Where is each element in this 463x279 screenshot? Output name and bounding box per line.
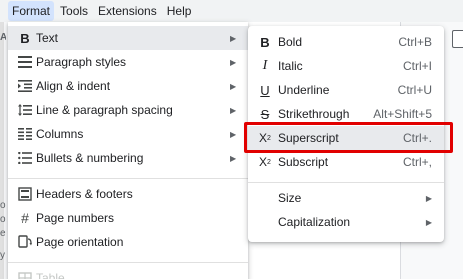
format-menu-item-text[interactable]: B Text ▶ [8, 26, 248, 50]
submenu-arrow-icon: ▶ [230, 129, 237, 139]
headers-footers-icon [16, 185, 34, 203]
document-left-edge [0, 22, 4, 279]
menu-tools[interactable]: Tools [56, 1, 92, 21]
format-menu-item-align-indent[interactable]: Align & indent ▶ [8, 74, 248, 98]
submenu-arrow-icon: ▶ [425, 217, 432, 227]
paragraph-styles-icon [16, 53, 34, 71]
columns-icon [16, 125, 34, 143]
submenu-arrow-icon: ▶ [230, 105, 237, 115]
format-menu: B Text ▶ Paragraph styles ▶ Align & inde… [8, 22, 248, 279]
doc-left-char: e [0, 228, 6, 239]
doc-left-char: y [0, 250, 5, 261]
format-menu-item-paragraph-styles[interactable]: Paragraph styles ▶ [8, 50, 248, 74]
menu-item-label: Underline [278, 83, 330, 97]
menu-item-label: Strikethrough [278, 107, 350, 121]
strikethrough-icon: S [260, 106, 270, 122]
menu-separator [8, 178, 248, 179]
menu-item-label: Page orientation [36, 235, 124, 249]
menu-item-label: Size [278, 191, 302, 205]
bold-icon: B [260, 34, 270, 50]
shortcut-label: Ctrl+U [397, 83, 432, 97]
subscript-icon: X2 [259, 155, 271, 169]
underline-icon: U [260, 82, 270, 98]
superscript-highlight-box [244, 122, 453, 153]
menu-item-label: Line & paragraph spacing [36, 103, 173, 117]
align-indent-icon [16, 77, 34, 95]
text-submenu-item-underline[interactable]: U Underline Ctrl+U [248, 78, 444, 102]
bold-icon: B [20, 30, 30, 46]
italic-icon: I [262, 58, 268, 73]
side-panel-toggle[interactable] [452, 30, 463, 48]
menu-format[interactable]: Format [8, 1, 55, 21]
format-menu-item-page-numbers[interactable]: # Page numbers [8, 206, 248, 230]
submenu-arrow-icon: ▶ [230, 81, 237, 91]
menu-item-label: Align & indent [36, 79, 111, 93]
doc-left-char: A [0, 32, 6, 43]
menubar: Format Tools Extensions Help [0, 0, 463, 22]
format-menu-item-columns[interactable]: Columns ▶ [8, 122, 248, 146]
submenu-arrow-icon: ▶ [230, 153, 237, 163]
shortcut-label: Ctrl+B [398, 35, 432, 49]
shortcut-label: Alt+Shift+5 [373, 107, 432, 121]
menu-item-label: Bullets & numbering [36, 151, 144, 165]
menu-separator [8, 262, 248, 263]
shortcut-label: Ctrl+, [402, 155, 432, 169]
menu-item-label: Capitalization [278, 215, 351, 229]
menu-item-label: Table [36, 271, 65, 279]
format-menu-item-line-spacing[interactable]: Line & paragraph spacing ▶ [8, 98, 248, 122]
menu-item-label: Subscript [278, 155, 329, 169]
submenu-arrow-icon: ▶ [425, 193, 432, 203]
bullets-icon [16, 149, 34, 167]
table-icon [16, 269, 34, 279]
menu-item-label: Text [36, 31, 59, 45]
submenu-arrow-icon: ▶ [230, 57, 237, 67]
hash-icon: # [21, 210, 29, 226]
text-submenu-item-capitalization[interactable]: Capitalization ▶ [248, 210, 444, 234]
text-submenu-item-size[interactable]: Size ▶ [248, 186, 444, 210]
format-menu-item-table: Table [8, 266, 248, 279]
format-menu-item-bullets-numbering[interactable]: Bullets & numbering ▶ [8, 146, 248, 170]
text-submenu-item-subscript[interactable]: X2 Subscript Ctrl+, [248, 150, 444, 174]
menu-item-label: Page numbers [36, 211, 115, 225]
submenu-arrow-icon: ▶ [230, 33, 237, 43]
menu-item-label: Bold [278, 35, 303, 49]
doc-left-char: o [0, 200, 6, 211]
text-submenu-item-italic[interactable]: I Italic Ctrl+I [248, 54, 444, 78]
menu-item-label: Columns [36, 127, 84, 141]
format-menu-item-headers-footers[interactable]: Headers & footers [8, 182, 248, 206]
doc-left-char: o [0, 214, 6, 225]
line-spacing-icon [16, 101, 34, 119]
menu-help[interactable]: Help [163, 1, 196, 21]
format-menu-item-page-orientation[interactable]: Page orientation [8, 230, 248, 254]
text-submenu-item-bold[interactable]: B Bold Ctrl+B [248, 30, 444, 54]
menu-separator [248, 182, 444, 183]
menu-extensions[interactable]: Extensions [94, 1, 161, 21]
page-orientation-icon [16, 233, 34, 251]
shortcut-label: Ctrl+I [402, 59, 432, 73]
menu-item-label: Paragraph styles [36, 55, 127, 69]
menu-item-label: Headers & footers [36, 187, 133, 201]
menu-item-label: Italic [278, 59, 303, 73]
